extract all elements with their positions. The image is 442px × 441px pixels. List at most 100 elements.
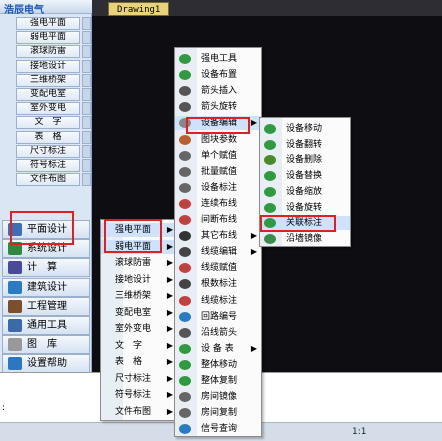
- red-highlight-box: [260, 215, 336, 232]
- menu-item[interactable]: 图块参数: [175, 133, 261, 147]
- menu-item[interactable]: 室外变电 ▶: [101, 322, 177, 336]
- menu-item[interactable]: 滚球防雷 ▶: [101, 256, 177, 270]
- menu-item-icon: [179, 134, 191, 145]
- submenu-arrow-icon: ▶: [166, 406, 173, 416]
- panel-item-scroll: [82, 144, 91, 158]
- menu-item[interactable]: 回路编号: [175, 310, 261, 324]
- panel-item[interactable]: 室外变电: [16, 102, 80, 116]
- menu-item-label: 强电工具: [201, 54, 238, 64]
- panel-item[interactable]: 表 格: [16, 130, 80, 144]
- menu-item[interactable]: 线缆标注: [175, 294, 261, 308]
- menu-item-label: 文 字: [115, 340, 143, 351]
- panel-item[interactable]: 尺寸标注: [16, 144, 80, 158]
- menu-item[interactable]: 沿线箭头: [175, 326, 261, 340]
- panel-item-scroll: [82, 31, 91, 45]
- menu-item[interactable]: 设备翻转: [260, 138, 350, 152]
- menu-item[interactable]: 间断布线: [175, 213, 261, 227]
- menu-item[interactable]: 三维桥架 ▶: [101, 289, 177, 303]
- menu-item[interactable]: 设备旋转: [260, 201, 350, 215]
- menu-item[interactable]: 设备标注: [175, 181, 261, 195]
- menu-item[interactable]: 沿墙镜像: [260, 232, 350, 246]
- panel-button[interactable]: 工程管理: [2, 296, 90, 316]
- panel-item[interactable]: 符号标注: [16, 159, 80, 172]
- menu-item-label: 设备布置: [201, 70, 238, 81]
- submenu-arrow-icon: ▶: [166, 324, 173, 333]
- panel-item[interactable]: 变配电室: [16, 88, 80, 101]
- menu-item[interactable]: 单个赋值: [175, 149, 261, 163]
- panel-item[interactable]: 强电平面: [16, 17, 80, 30]
- menu-item-label: 回路编号: [201, 311, 238, 322]
- menu-item-icon: [264, 155, 276, 166]
- menu-item[interactable]: 尺寸标注 ▶: [101, 372, 177, 386]
- menu-item[interactable]: 整体复制: [175, 374, 261, 388]
- submenu-arrow-icon: ▶: [166, 274, 173, 284]
- menu-item-icon: [179, 327, 191, 338]
- panel-button[interactable]: 建筑设计: [2, 277, 90, 297]
- panel-button[interactable]: 计 算: [2, 258, 90, 278]
- panel-button[interactable]: 图 库: [2, 335, 90, 355]
- submenu-arrow-icon: ▶: [166, 373, 173, 383]
- panel-item-scroll: [82, 130, 91, 144]
- panel-item[interactable]: 文 字: [16, 116, 80, 130]
- red-highlight-box: [10, 211, 74, 245]
- panel-button[interactable]: 设置帮助: [2, 354, 90, 374]
- submenu-arrow-icon: ▶: [166, 390, 173, 399]
- scale-indicator[interactable]: 1:1: [352, 426, 366, 439]
- menu-item[interactable]: 房间镜像: [175, 390, 261, 404]
- command-prompt: :: [2, 403, 6, 413]
- panel-item[interactable]: 接地设计: [16, 59, 80, 73]
- menu-item[interactable]: 文 字 ▶: [101, 339, 177, 353]
- menu-item[interactable]: 线缆赋值: [175, 261, 261, 275]
- panel-item[interactable]: 三维桥架: [16, 73, 80, 87]
- menu-item[interactable]: 设 备 表 ▶: [175, 342, 261, 356]
- tab-drawing1[interactable]: Drawing1: [108, 2, 170, 16]
- menu-item[interactable]: 线缆编辑 ▶: [175, 245, 261, 259]
- panel-item[interactable]: 滚球防雷: [16, 45, 80, 59]
- menu-item[interactable]: 信号查询: [175, 422, 261, 436]
- menu-item[interactable]: 变配电室 ▶: [101, 306, 177, 320]
- menu-item[interactable]: 箭头插入: [175, 84, 261, 98]
- panel-item-scroll: [82, 59, 91, 73]
- menu-item[interactable]: 强电工具: [175, 52, 261, 66]
- panel-item[interactable]: 弱电平面: [16, 31, 80, 45]
- menu-item[interactable]: 设备移动: [260, 122, 350, 136]
- menu-item[interactable]: 其它布线 ▶: [175, 229, 261, 243]
- menu-item[interactable]: 设备删除: [260, 153, 350, 167]
- panel-button-icon: [8, 261, 22, 275]
- menu-item[interactable]: 接地设计 ▶: [101, 273, 177, 287]
- menu-item[interactable]: 设备替换: [260, 169, 350, 183]
- menu-item-label: 其它布线: [201, 231, 238, 242]
- menu-item[interactable]: 整体移动: [175, 358, 261, 372]
- panel-button-icon: [8, 338, 22, 352]
- submenu-arrow-icon: ▶: [166, 307, 173, 317]
- menu-item[interactable]: 连续布线: [175, 197, 261, 211]
- menu-item-icon: [264, 202, 276, 213]
- menu-item-label: 设 备 表: [201, 343, 234, 354]
- menu-item-label: 信号查询: [201, 424, 238, 435]
- panel-item-scroll: [82, 159, 91, 172]
- menu-item[interactable]: 设备缩放: [260, 185, 350, 199]
- tab-bar: Drawing1: [92, 0, 442, 16]
- menu-item-label: 滚球防雷: [115, 258, 152, 268]
- left-panel: 浩辰电气 强电平面 弱电平面 滚球防雷 接地设计 三维桥架 变配电室 室外变电文 字表 格尺…: [0, 0, 92, 374]
- menu-item-icon: [179, 279, 191, 290]
- menu-item[interactable]: 符号标注 ▶: [101, 388, 177, 402]
- menu-item[interactable]: 表 格 ▶: [101, 355, 177, 369]
- menu-item-label: 连续布线: [201, 198, 238, 209]
- menu-item-label: 箭头插入: [201, 86, 238, 97]
- panel-item[interactable]: 文件布图: [16, 173, 80, 187]
- panel-button[interactable]: 通用工具: [2, 316, 90, 335]
- menu-item[interactable]: 根数标注: [175, 277, 261, 291]
- submenu-arrow-icon: ▶: [250, 231, 257, 241]
- panel-item-scroll: [82, 116, 91, 130]
- menu-item-icon: [264, 124, 276, 134]
- menu-item[interactable]: 文件布图 ▶: [101, 405, 177, 419]
- menu-item[interactable]: 设备布置: [175, 68, 261, 82]
- submenu-arrow-icon: ▶: [166, 225, 173, 234]
- submenu-arrow-icon: ▶: [166, 291, 173, 300]
- menu-item-icon: [179, 231, 191, 242]
- menu-item[interactable]: 批量赋值: [175, 165, 261, 179]
- menu-item-label: 表 格: [115, 357, 143, 367]
- menu-item[interactable]: 箭头旋转: [175, 100, 261, 114]
- menu-item[interactable]: 房间复制: [175, 406, 261, 420]
